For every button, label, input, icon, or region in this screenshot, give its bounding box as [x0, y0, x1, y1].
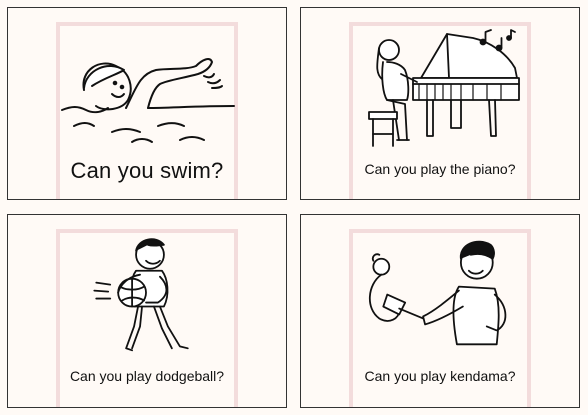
- card-dodgeball: Can you play dodgeball?: [7, 214, 287, 408]
- card-caption: Can you play the piano?: [364, 161, 516, 177]
- card-piano: Can you play the piano?: [300, 7, 580, 200]
- flashcard-page: Can you swim? Can you play the piano? Ca…: [0, 0, 588, 415]
- card-caption: Can you play kendama?: [364, 368, 516, 384]
- card-caption: Can you play dodgeball?: [69, 368, 225, 384]
- card-kendama: Can you play kendama?: [300, 214, 580, 408]
- card-swim: Can you swim?: [7, 7, 287, 200]
- card-caption: Can you swim?: [70, 158, 224, 183]
